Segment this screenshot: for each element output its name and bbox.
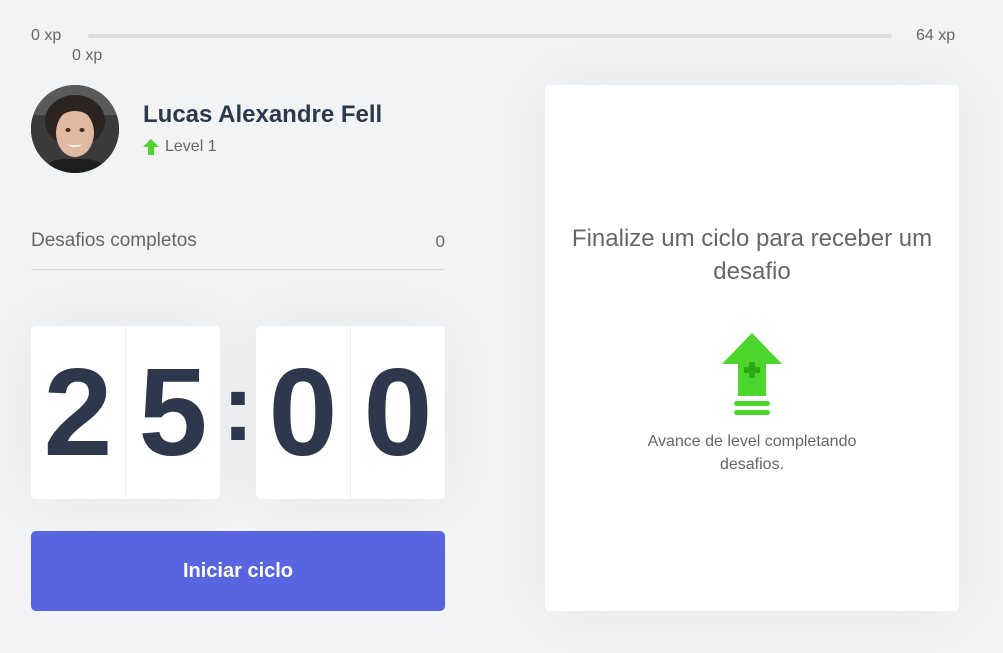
challenge-box-hint: Avance de level completando desafios.: [647, 433, 857, 473]
level-label: Level 1: [165, 138, 217, 155]
xp-min-label: 0 xp: [31, 27, 62, 44]
profile-name: Lucas Alexandre Fell: [143, 101, 383, 128]
xp-max-label: 64 xp: [916, 27, 956, 44]
second-ones-digit: 0: [350, 326, 445, 499]
challenge-box: Finalize um ciclo para receber um desafi…: [545, 85, 959, 611]
experience-bar: [88, 34, 892, 38]
level-indicator: Level 1: [143, 138, 217, 156]
level-up-arrow-icon: [143, 139, 159, 155]
level-up-icon: [722, 333, 782, 415]
xp-current-label: 0 xp: [72, 47, 103, 64]
avatar-image: [31, 85, 119, 173]
countdown: 2 5 : 0 0: [31, 326, 445, 499]
countdown-minutes: 2 5: [31, 326, 220, 499]
countdown-separator: :: [222, 353, 254, 461]
completed-challenges-label: Desafios completos: [31, 230, 197, 251]
minute-ones-digit: 5: [125, 326, 220, 499]
app-home: 0 xp 0 xp 64 xp Lucas Alexandre Fell Lev…: [0, 0, 1003, 653]
challenge-box-title: Finalize um ciclo para receber um desafi…: [571, 225, 933, 285]
completed-challenges-count: 0: [435, 232, 445, 251]
avatar: [31, 85, 119, 173]
completed-challenges: Desafios completos 0: [31, 222, 445, 270]
minute-tens-digit: 2: [43, 343, 113, 482]
start-cycle-button[interactable]: Iniciar ciclo: [31, 531, 445, 611]
countdown-seconds: 0 0: [256, 326, 445, 499]
second-tens-digit: 0: [268, 343, 338, 482]
